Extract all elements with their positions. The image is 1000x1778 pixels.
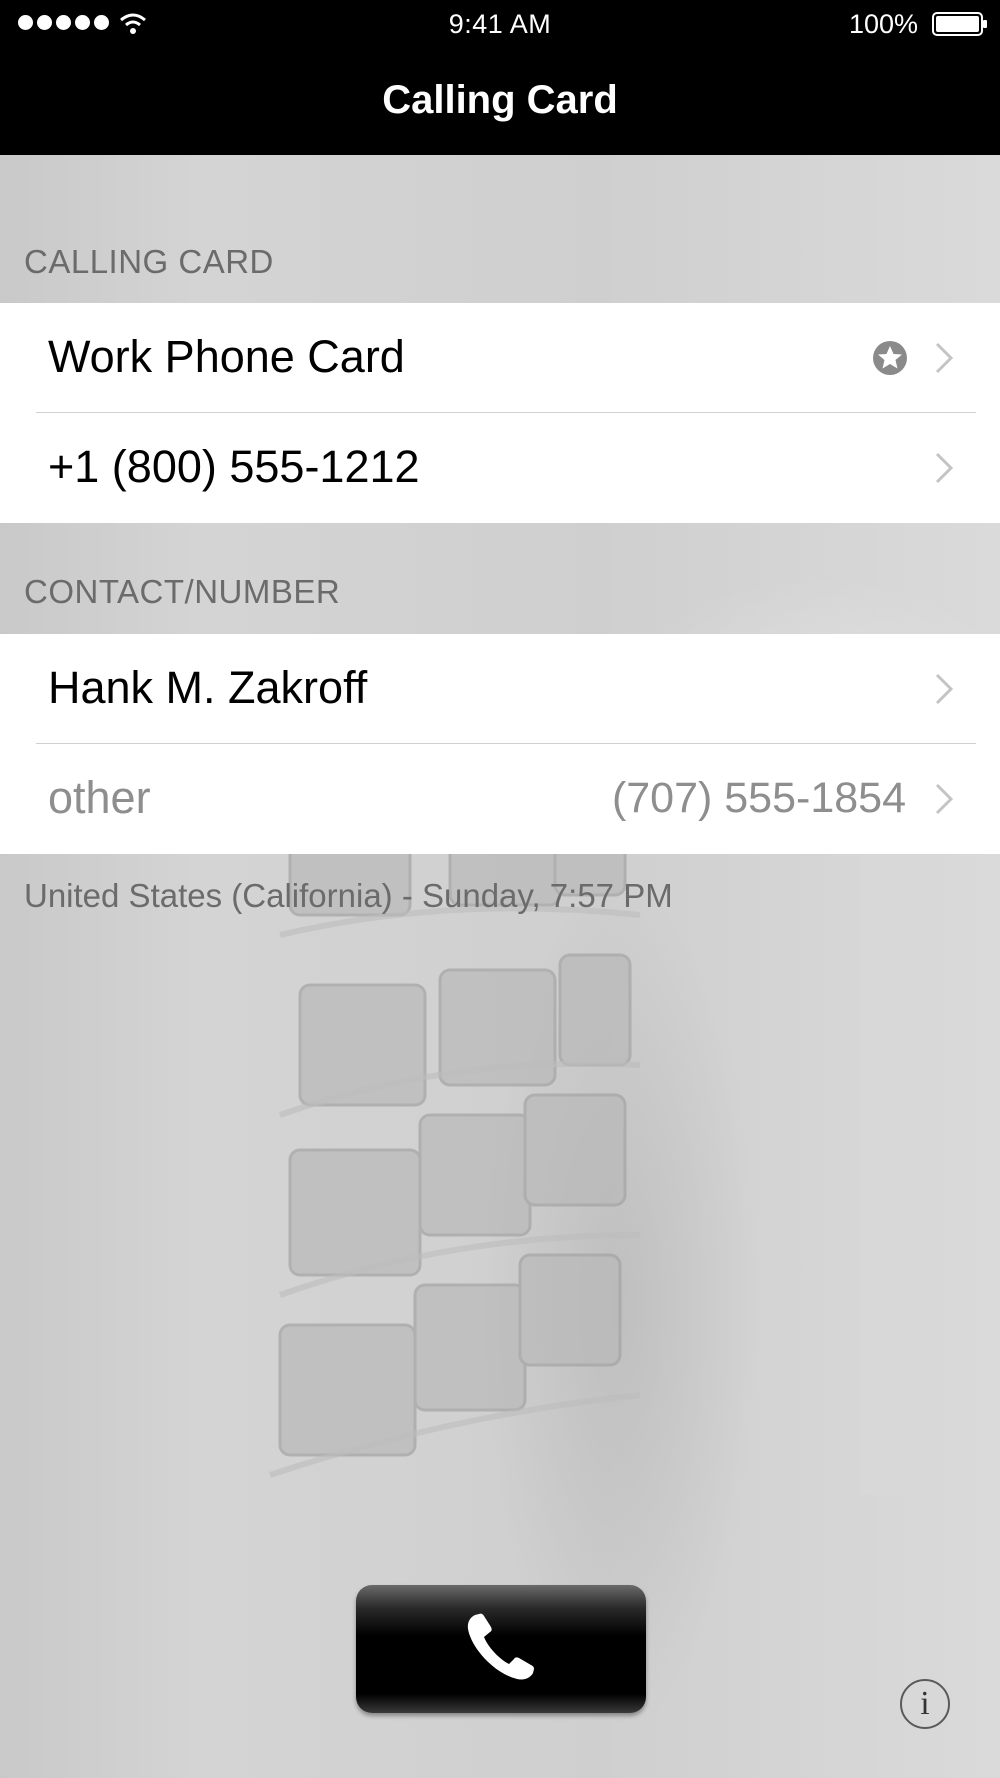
number-cell[interactable]: other (707) 555-1854 (0, 744, 1000, 854)
cell-label: other (48, 772, 151, 823)
navigation-bar: Calling Card (0, 50, 1000, 155)
info-icon: i (920, 1685, 930, 1722)
battery-icon (932, 12, 987, 36)
cell-detail: (707) 555-1854 (611, 774, 906, 822)
phone-icon (467, 1613, 534, 1680)
info-button[interactable]: i (900, 1679, 950, 1729)
chevron-right-icon (935, 342, 954, 374)
call-button[interactable] (356, 1585, 646, 1713)
calling-card-group: Work Phone Card +1 (800) 555-1212 (0, 303, 1000, 523)
battery-percent: 100% (848, 9, 918, 39)
chevron-right-icon (935, 783, 954, 815)
section-header-contact-number: CONTACT/NUMBER (24, 573, 341, 610)
cell-label: Work Phone Card (48, 331, 405, 382)
page-title: Calling Card (382, 78, 618, 122)
chevron-right-icon (935, 673, 954, 705)
location-time-footnote: United States (California) - Sunday, 7:5… (24, 877, 673, 914)
chevron-right-icon (935, 452, 954, 484)
star-icon[interactable] (872, 340, 908, 376)
access-number-cell[interactable]: +1 (800) 555-1212 (0, 413, 1000, 523)
cell-label: +1 (800) 555-1212 (48, 441, 420, 492)
cell-label: Hank M. Zakroff (48, 662, 368, 713)
contact-number-group: Hank M. Zakroff other (707) 555-1854 (0, 634, 1000, 854)
status-bar: 9:41 AM 100% (0, 0, 1000, 50)
section-header-calling-card: CALLING CARD (24, 243, 274, 280)
contact-cell[interactable]: Hank M. Zakroff (0, 634, 1000, 744)
calling-card-cell[interactable]: Work Phone Card (0, 303, 1000, 413)
